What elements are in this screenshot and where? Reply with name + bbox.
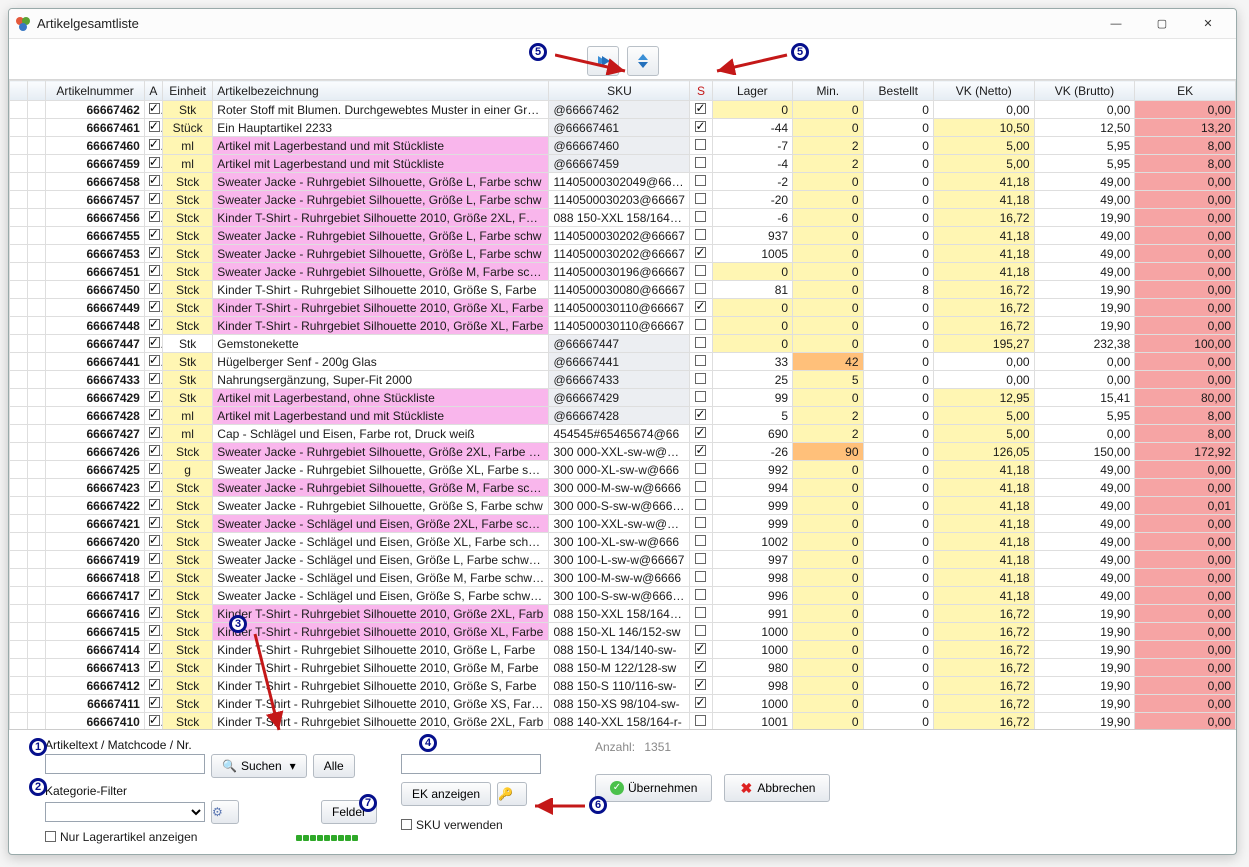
cancel-icon: ✖	[739, 781, 753, 795]
table-row[interactable]: 66667414StckKinder T-Shirt - Ruhrgebiet …	[10, 641, 1236, 659]
annotation-5b: 5	[791, 43, 809, 61]
table-row[interactable]: 66667458StckSweater Jacke - Ruhrgebiet S…	[10, 173, 1236, 191]
window-title: Artikelgesamtliste	[37, 16, 139, 31]
minimize-button[interactable]: —	[1094, 11, 1138, 37]
table-row[interactable]: 66667422StckSweater Jacke - Ruhrgebiet S…	[10, 497, 1236, 515]
col-artikelnummer[interactable]: Artikelnummer	[46, 81, 145, 101]
maximize-button[interactable]: ▢	[1140, 11, 1184, 37]
bottom-panel: 1 2 3 4 6 7 Artikeltext / Matchcode / Nr…	[9, 729, 1236, 854]
table-row[interactable]: 66667461StückEin Hauptartikel 2233@66667…	[10, 119, 1236, 137]
table-row[interactable]: 66667429StkArtikel mit Lagerbestand, ohn…	[10, 389, 1236, 407]
table-row[interactable]: 66667412StckKinder T-Shirt - Ruhrgebiet …	[10, 677, 1236, 695]
ek-input[interactable]	[401, 754, 541, 774]
table-row[interactable]: 66667450StckKinder T-Shirt - Ruhrgebiet …	[10, 281, 1236, 299]
annotation-6: 6	[589, 796, 607, 814]
table-row[interactable]: 66667426StckSweater Jacke - Ruhrgebiet S…	[10, 443, 1236, 461]
col-vk-netto[interactable]: VK (Netto)	[933, 81, 1034, 101]
col-bestellt[interactable]: Bestellt	[863, 81, 933, 101]
annotation-2: 2	[29, 778, 47, 796]
header-row: Artikelnummer A Einheit Artikelbezeichnu…	[10, 81, 1236, 101]
col-a[interactable]: A	[144, 81, 162, 101]
table-row[interactable]: 66667421StckSweater Jacke - Schlägel und…	[10, 515, 1236, 533]
table-row[interactable]: 66667425gSweater Jacke - Ruhrgebiet Silh…	[10, 461, 1236, 479]
table-row[interactable]: 66667418StckSweater Jacke - Schlägel und…	[10, 569, 1236, 587]
table-row[interactable]: 66667428mlArtikel mit Lagerbestand und m…	[10, 407, 1236, 425]
gear-button[interactable]: ⚙	[211, 800, 239, 824]
annotation-5a: 5	[529, 43, 547, 61]
table-row[interactable]: 66667411StckKinder T-Shirt - Ruhrgebiet …	[10, 695, 1236, 713]
arrow-icon	[249, 630, 299, 740]
annotation-7: 7	[359, 794, 377, 812]
gear-icon: ⚙	[212, 805, 223, 819]
main-window: Artikelgesamtliste — ▢ ✕ 5 5 Artikelnumm…	[8, 8, 1237, 855]
key-button[interactable]: 🔑	[497, 782, 527, 806]
table-row[interactable]: 66667427mlCap - Schlägel und Eisen, Farb…	[10, 425, 1236, 443]
table-row[interactable]: 66667417StckSweater Jacke - Schlägel und…	[10, 587, 1236, 605]
abbrechen-button[interactable]: ✖Abbrechen	[724, 774, 830, 802]
table-row[interactable]: 66667449StckKinder T-Shirt - Ruhrgebiet …	[10, 299, 1236, 317]
table-row[interactable]: 66667410StckKinder T-Shirt - Ruhrgebiet …	[10, 713, 1236, 730]
table-row[interactable]: 66667416StckKinder T-Shirt - Ruhrgebiet …	[10, 605, 1236, 623]
col-s[interactable]: S	[690, 81, 712, 101]
app-logo-icon	[15, 16, 31, 32]
anzahl-value: 1351	[644, 740, 671, 754]
table-row[interactable]: 66667420StckSweater Jacke - Schlägel und…	[10, 533, 1236, 551]
lager-checkbox[interactable]: Nur Lagerartikel anzeigen	[45, 830, 197, 844]
arrow-icon	[529, 798, 587, 816]
table-row[interactable]: 66667455StckSweater Jacke - Ruhrgebiet S…	[10, 227, 1236, 245]
col-sku[interactable]: SKU	[549, 81, 690, 101]
table-row[interactable]: 66667451StckSweater Jacke - Ruhrgebiet S…	[10, 263, 1236, 281]
table-row[interactable]: 66667456StckKinder T-Shirt - Ruhrgebiet …	[10, 209, 1236, 227]
annotation-3: 3	[229, 615, 247, 633]
table-row[interactable]: 66667413StckKinder T-Shirt - Ruhrgebiet …	[10, 659, 1236, 677]
col-ek[interactable]: EK	[1135, 81, 1236, 101]
table-row[interactable]: 66667433StkNahrungsergänzung, Super-Fit …	[10, 371, 1236, 389]
table-row[interactable]: 66667457StckSweater Jacke - Ruhrgebiet S…	[10, 191, 1236, 209]
search-label: Artikeltext / Matchcode / Nr.	[45, 738, 377, 752]
uebernehmen-button[interactable]: ✓Übernehmen	[595, 774, 712, 802]
sku-checkbox[interactable]: SKU verwenden	[401, 818, 571, 832]
col-einheit[interactable]: Einheit	[162, 81, 212, 101]
ek-anzeigen-button[interactable]: EK anzeigen	[401, 782, 491, 806]
annotation-4: 4	[419, 734, 437, 752]
search-icon: 🔍	[222, 759, 237, 773]
annotation-1: 1	[29, 738, 47, 756]
ok-icon: ✓	[610, 781, 624, 795]
key-icon: 🔑	[498, 787, 513, 801]
status-dots	[296, 830, 359, 844]
table-row[interactable]: 66667453StckSweater Jacke - Ruhrgebiet S…	[10, 245, 1236, 263]
article-grid[interactable]: Artikelnummer A Einheit Artikelbezeichnu…	[9, 79, 1236, 729]
table-row[interactable]: 66667447StkGemstonekette@66667447000195,…	[10, 335, 1236, 353]
table-row[interactable]: 66667459mlArtikel mit Lagerbestand und m…	[10, 155, 1236, 173]
kategorie-label: Kategorie-Filter	[45, 784, 377, 798]
kategorie-select[interactable]	[45, 802, 205, 822]
table-row[interactable]: 66667462StkRoter Stoff mit Blumen. Durch…	[10, 101, 1236, 119]
col-vk-brutto[interactable]: VK (Brutto)	[1034, 81, 1135, 101]
table-row[interactable]: 66667419StckSweater Jacke - Schlägel und…	[10, 551, 1236, 569]
col-bezeichnung[interactable]: Artikelbezeichnung	[213, 81, 549, 101]
col-min[interactable]: Min.	[793, 81, 863, 101]
table-row[interactable]: 66667448StckKinder T-Shirt - Ruhrgebiet …	[10, 317, 1236, 335]
titlebar: Artikelgesamtliste — ▢ ✕	[9, 9, 1236, 39]
table-row[interactable]: 66667423StckSweater Jacke - Ruhrgebiet S…	[10, 479, 1236, 497]
close-button[interactable]: ✕	[1186, 11, 1230, 37]
toolbar: 5 5	[9, 39, 1236, 79]
alle-button[interactable]: Alle	[313, 754, 355, 778]
table-row[interactable]: 66667460mlArtikel mit Lagerbestand und m…	[10, 137, 1236, 155]
table-row[interactable]: 66667415StckKinder T-Shirt - Ruhrgebiet …	[10, 623, 1236, 641]
table-row[interactable]: 66667441StkHügelberger Senf - 200g Glas@…	[10, 353, 1236, 371]
col-lager[interactable]: Lager	[712, 81, 793, 101]
search-input[interactable]	[45, 754, 205, 774]
anzahl-label: Anzahl:	[595, 740, 635, 754]
suchen-button[interactable]: 🔍Suchen▾	[211, 754, 307, 778]
arrow-icon	[709, 45, 789, 75]
arrow-icon	[555, 45, 635, 75]
